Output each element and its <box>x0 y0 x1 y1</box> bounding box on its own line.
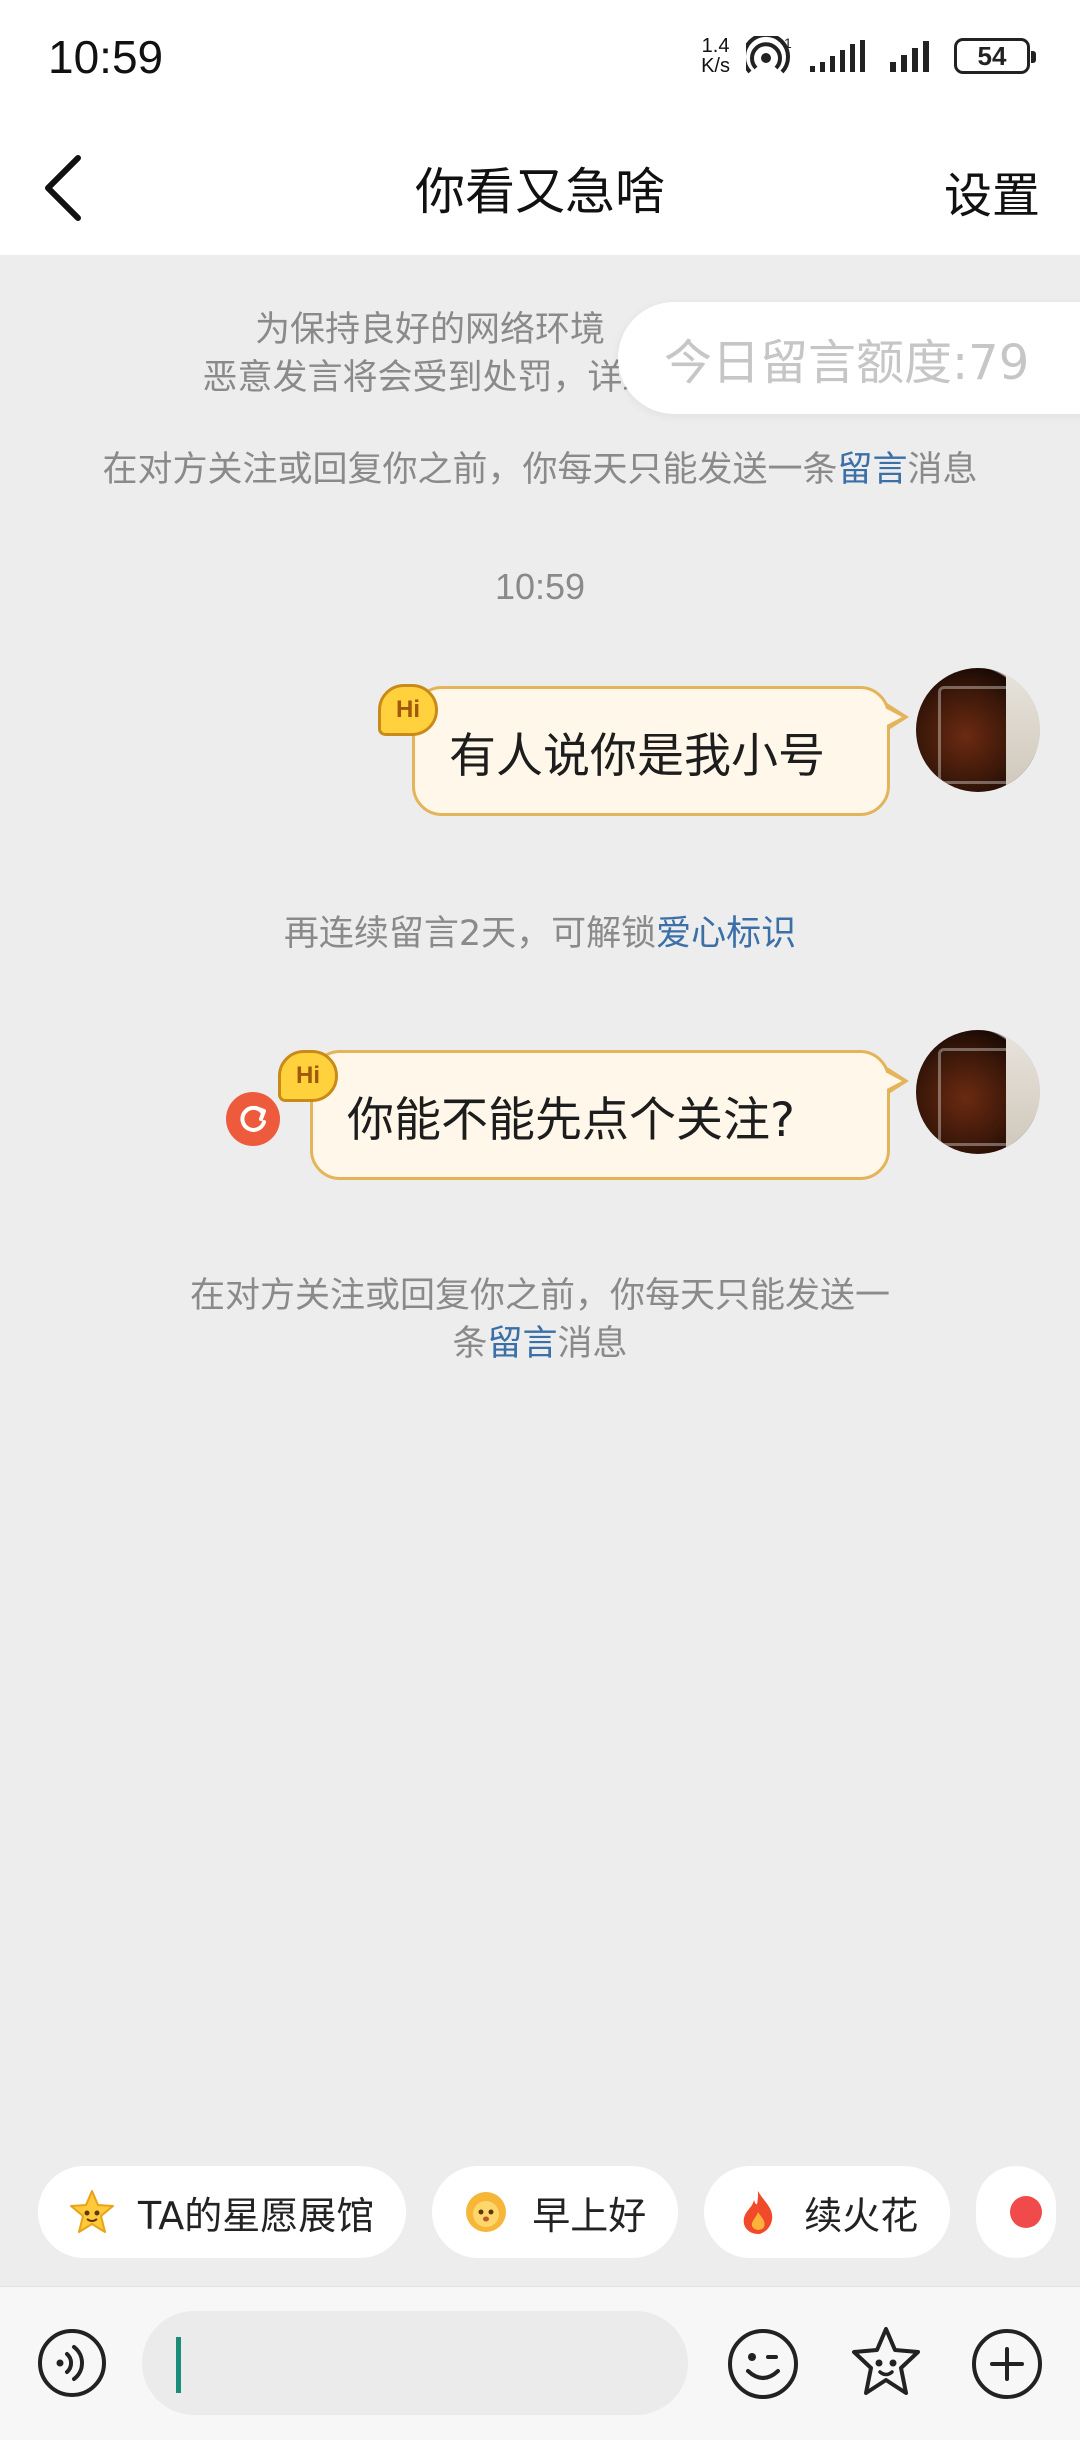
battery-icon: 54 <box>954 38 1036 74</box>
quick-reply-label: TA的星愿展馆 <box>138 2193 375 2238</box>
limit-notice-2: 在对方关注或回复你之前，你每天只能发送一 条留言消息 <box>140 1272 940 1368</box>
limit-notice-text: 在对方关注或回复你之前，你每天只能发送一条 <box>102 450 838 490</box>
heart-badge-link[interactable]: 爱心标识 <box>656 914 796 954</box>
sun-face-icon <box>462 2188 510 2236</box>
voice-icon[interactable] <box>36 2327 108 2399</box>
streak-notice: 再连续留言2天，可解锁爱心标识 <box>0 910 1080 958</box>
heart-icon <box>1006 2188 1046 2236</box>
status-bar: 10:59 1.4 K/s 1 54 <box>0 0 1080 120</box>
message-link-2[interactable]: 留言 <box>487 1324 557 1364</box>
hi-badge-icon: Hi <box>378 684 438 736</box>
streak-notice-text: 再连续留言2天，可解锁 <box>283 914 657 954</box>
quick-reply-more[interactable] <box>976 2166 1057 2258</box>
message-text: 你能不能先点个关注? <box>347 1092 795 1148</box>
star-sticker-icon[interactable] <box>846 2323 926 2403</box>
limit-notice-suffix: 消息 <box>907 450 978 490</box>
quick-reply-row: TA的星愿展馆 早上好 续火花 <box>38 2166 1057 2258</box>
limit-notice-2-prefix: 条 <box>452 1324 488 1364</box>
message-input[interactable] <box>142 2311 688 2415</box>
signal-icon-sim1 <box>810 40 865 72</box>
svg-text:1: 1 <box>784 36 792 51</box>
signal-icon-sim2 <box>890 41 929 72</box>
avatar[interactable] <box>916 1030 1040 1154</box>
limit-notice-2-line1: 在对方关注或回复你之前，你每天只能发送一 <box>189 1276 890 1316</box>
hotspot-icon: 1 <box>746 36 792 74</box>
limit-notice-2-line2: 条留言消息 <box>140 1320 940 1368</box>
quick-reply-spark[interactable]: 续火花 <box>704 2166 951 2258</box>
back-arrow-icon[interactable] <box>34 150 94 225</box>
quick-reply-label: 续火花 <box>804 2193 919 2238</box>
network-speed-unit: K/s <box>701 55 730 77</box>
message-link[interactable]: 留言 <box>837 450 907 490</box>
network-speed-value: 1.4 <box>701 35 730 57</box>
text-caret <box>176 2337 181 2393</box>
message-timestamp: 10:59 <box>494 566 586 607</box>
chat-header: 你看又急啥 设置 <box>0 120 1080 255</box>
bubble-tail <box>883 1067 909 1095</box>
chat-title: 你看又急啥 <box>415 163 665 221</box>
network-speed: 1.4 K/s <box>701 36 730 76</box>
emoji-icon[interactable] <box>726 2327 800 2401</box>
quick-reply-star-gallery[interactable]: TA的星愿展馆 <box>38 2166 407 2258</box>
hi-badge-icon: Hi <box>278 1050 338 1102</box>
flame-icon <box>734 2188 782 2236</box>
status-time: 10:59 <box>48 31 164 83</box>
limit-notice: 在对方关注或回复你之前，你每天只能发送一条留言消息 <box>0 446 1080 494</box>
daily-quota-text: 今日留言额度:79 <box>664 335 1030 391</box>
plus-icon[interactable] <box>970 2327 1044 2401</box>
message-bubble[interactable]: 有人说你是我小号 <box>412 686 909 816</box>
limit-notice-2-suffix: 消息 <box>557 1324 628 1364</box>
daily-quota-badge: 今日留言额度:79 <box>618 302 1080 414</box>
input-bar <box>0 2286 1080 2440</box>
status-icons: 1.4 K/s 1 54 <box>701 36 1036 76</box>
quick-reply-label: 早上好 <box>532 2193 647 2238</box>
settings-button[interactable]: 设置 <box>944 156 1040 226</box>
resend-icon[interactable] <box>226 1092 280 1146</box>
message-bubble[interactable]: 你能不能先点个关注? <box>310 1050 909 1180</box>
avatar[interactable] <box>916 668 1040 792</box>
bubble-tail <box>883 703 909 731</box>
star-face-icon <box>68 2188 116 2236</box>
quick-reply-good-morning[interactable]: 早上好 <box>432 2166 679 2258</box>
message-text: 有人说你是我小号 <box>449 728 825 784</box>
